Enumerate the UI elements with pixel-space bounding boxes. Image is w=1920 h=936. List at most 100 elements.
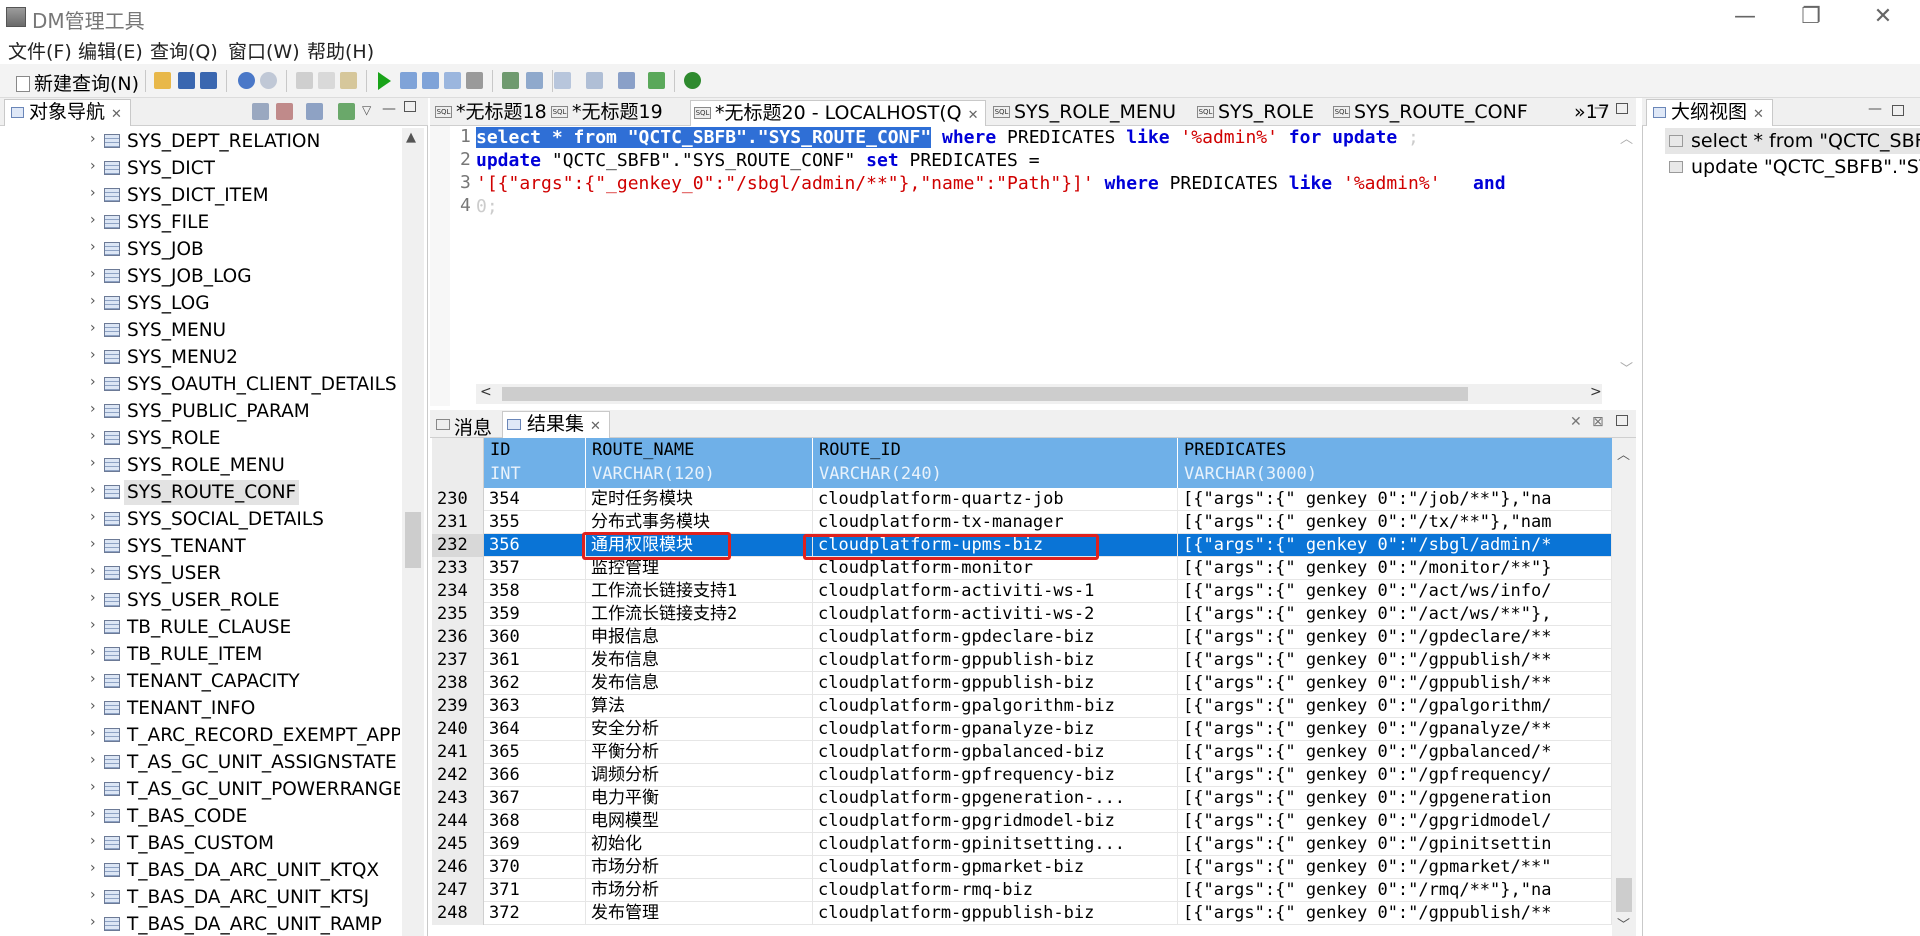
table-cell[interactable]: 工作流长链接支持1 [586, 580, 813, 603]
table-cell[interactable]: cloudplatform-gpinitsetting... [813, 833, 1178, 856]
row-number[interactable]: 230 [432, 488, 484, 511]
expand-arrow-icon[interactable]: › [90, 374, 96, 390]
tree-item[interactable]: › SYS_FILE [0, 209, 400, 236]
tree-item[interactable]: › T_BAS_DA_ARC_UNIT_RAMP [0, 911, 400, 936]
table-cell[interactable]: 安全分析 [586, 718, 813, 741]
table-cell[interactable]: [{"args":{" genkey 0":"/gpgridmodel/ [1178, 810, 1612, 833]
scroll-down-icon[interactable]: ﹀ [1620, 358, 1633, 377]
row-number[interactable]: 239 [432, 695, 484, 718]
view-menu-icon[interactable]: ▽ [362, 103, 379, 120]
expand-arrow-icon[interactable]: › [90, 509, 96, 525]
result-grid[interactable]: ID INT ROUTE_NAME VARCHAR(120) ROUTE_ID VAR… [432, 438, 1612, 936]
table-cell[interactable]: [{"args":{" genkey 0":"/act/ws/info/ [1178, 580, 1612, 603]
tree-item[interactable]: › SYS_OAUTH_CLIENT_DETAILS [0, 371, 400, 398]
grid-scroll-thumb[interactable] [1616, 878, 1632, 912]
table-cell[interactable]: 市场分析 [586, 856, 813, 879]
tree-item[interactable]: › SYS_TENANT [0, 533, 400, 560]
rollback-icon[interactable] [526, 72, 543, 89]
table-cell[interactable]: 365 [484, 741, 586, 764]
row-number[interactable]: 233 [432, 557, 484, 580]
table-row[interactable]: 244 368 电网模型 cloudplatform-gpgridmodel-biz[… [432, 810, 1612, 833]
expand-arrow-icon[interactable]: › [90, 806, 96, 822]
tab-resultset[interactable]: 结果集 ✕ [502, 411, 610, 438]
table-cell[interactable]: 368 [484, 810, 586, 833]
tree-item[interactable]: › SYS_USER [0, 560, 400, 587]
close-icon[interactable]: ✕ [1753, 107, 1764, 122]
minimize-editor-icon[interactable]: — [1594, 100, 1608, 116]
menu-edit[interactable]: 编辑(E) [78, 37, 143, 64]
table-cell[interactable]: 363 [484, 695, 586, 718]
expand-arrow-icon[interactable]: › [90, 455, 96, 471]
row-number[interactable]: 240 [432, 718, 484, 741]
table-cell[interactable]: 电力平衡 [586, 787, 813, 810]
navigator-scroll-thumb[interactable] [405, 512, 421, 568]
table-row[interactable]: 242 366 调频分析 cloudplatform-gpfrequency-biz[… [432, 764, 1612, 787]
run-icon[interactable] [378, 72, 391, 90]
row-number[interactable]: 238 [432, 672, 484, 695]
table-cell[interactable]: cloudplatform-activiti-ws-2 [813, 603, 1178, 626]
table-cell[interactable]: 定时任务模块 [586, 488, 813, 511]
table-cell[interactable]: cloudplatform-gpgridmodel-biz [813, 810, 1178, 833]
save-all-icon[interactable] [200, 72, 217, 89]
table-cell[interactable]: 平衡分析 [586, 741, 813, 764]
minimize-panel-icon[interactable]: — [382, 101, 399, 118]
tree-item[interactable]: › SYS_MENU2 [0, 344, 400, 371]
row-number[interactable]: 243 [432, 787, 484, 810]
table-cell[interactable]: 370 [484, 856, 586, 879]
table-cell[interactable]: 361 [484, 649, 586, 672]
editor-tab[interactable]: SQL *无标题19 [548, 100, 682, 126]
run-selected-icon[interactable] [400, 72, 417, 89]
expand-arrow-icon[interactable]: › [90, 833, 96, 849]
expand-arrow-icon[interactable]: › [90, 590, 96, 606]
table-row[interactable]: 234 358 工作流长链接支持1 cloudplatform-activiti-ws… [432, 580, 1612, 603]
table-row[interactable]: 230 354 定时任务模块 cloudplatform-quartz-job [{"a… [432, 488, 1612, 511]
expand-arrow-icon[interactable]: › [90, 887, 96, 903]
navigator-scrollbar[interactable]: ▲ [402, 128, 424, 936]
scroll-down-icon[interactable]: ﹀ [1617, 914, 1630, 933]
debug-run-icon[interactable] [648, 72, 665, 89]
column-header-id[interactable]: ID INT [484, 438, 586, 488]
table-cell[interactable]: cloudplatform-monitor [813, 557, 1178, 580]
expand-arrow-icon[interactable]: › [90, 617, 96, 633]
save-icon[interactable] [178, 72, 195, 89]
tree-item[interactable]: › TB_RULE_CLAUSE [0, 614, 400, 641]
tree-item[interactable]: › SYS_ROLE [0, 425, 400, 452]
table-cell[interactable]: [{"args":{" genkey 0":"/gpinitsettin [1178, 833, 1612, 856]
table-cell[interactable]: 358 [484, 580, 586, 603]
table-cell[interactable]: [{"args":{" genkey 0":"/gpalgorithm/ [1178, 695, 1612, 718]
code-line-4[interactable]: 0; [476, 195, 498, 218]
table-cell[interactable]: cloudplatform-rmq-biz [813, 879, 1178, 902]
expand-arrow-icon[interactable]: › [90, 266, 96, 282]
maximize-panel-icon[interactable] [404, 101, 416, 112]
tree-item[interactable]: › T_BAS_CODE [0, 803, 400, 830]
table-row[interactable]: 231 355 分布式事务模块 cloudplatform-tx-manager [{"… [432, 511, 1612, 534]
filter-icon[interactable] [252, 103, 269, 120]
expand-arrow-icon[interactable]: › [90, 158, 96, 174]
table-cell[interactable]: 359 [484, 603, 586, 626]
paste-icon[interactable] [340, 72, 357, 89]
table-cell[interactable]: cloudplatform-gpgeneration-... [813, 787, 1178, 810]
maximize-editor-icon[interactable] [1616, 103, 1628, 114]
menu-file[interactable]: 文件(F) [8, 37, 72, 64]
editor-tab[interactable]: SQL SYS_ROUTE_CONF [1330, 100, 1566, 126]
outline-item-update[interactable]: update "QCTC_SBFB"."SYS [1665, 154, 1920, 180]
table-row[interactable]: 246 370 市场分析 cloudplatform-gpmarket-biz [{"a… [432, 856, 1612, 879]
row-number[interactable]: 236 [432, 626, 484, 649]
table-cell[interactable]: 354 [484, 488, 586, 511]
table-cell[interactable]: 申报信息 [586, 626, 813, 649]
minimize-button[interactable]: — [1722, 2, 1768, 32]
expand-arrow-icon[interactable]: › [90, 239, 96, 255]
stop-icon[interactable] [466, 72, 483, 89]
table-cell[interactable]: cloudplatform-gpalgorithm-biz [813, 695, 1178, 718]
table-cell[interactable]: cloudplatform-quartz-job [813, 488, 1178, 511]
table-cell[interactable]: [{"args":{" genkey 0":"/sbgl/admin/* [1178, 534, 1612, 557]
row-number[interactable]: 237 [432, 649, 484, 672]
table-cell[interactable]: cloudplatform-gppublish-biz [813, 649, 1178, 672]
tab-object-navigator[interactable]: 对象导航 ✕ [4, 99, 131, 126]
tree-item[interactable]: › SYS_PUBLIC_PARAM [0, 398, 400, 425]
table-cell[interactable]: [{"args":{" genkey 0":"/job/**"},"na [1178, 488, 1612, 511]
link-icon[interactable] [338, 103, 355, 120]
table-cell[interactable]: 发布信息 [586, 649, 813, 672]
table-cell[interactable]: [{"args":{" genkey 0":"/gpmarket/**" [1178, 856, 1612, 879]
editor-tab[interactable]: SQL SYS_ROLE [1194, 100, 1324, 126]
